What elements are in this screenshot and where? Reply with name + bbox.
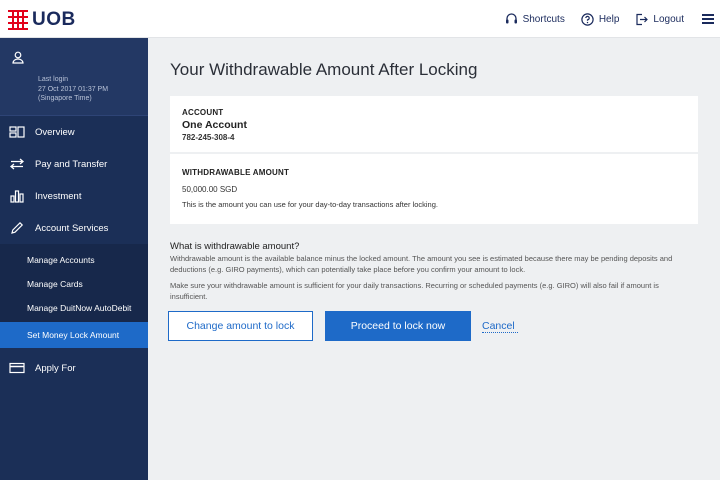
menu-hamburger-icon[interactable] bbox=[702, 14, 714, 24]
account-services-submenu: Manage Accounts Manage Cards Manage Duit… bbox=[0, 244, 148, 348]
profile-panel: Last login 27 Oct 2017 01:37 PM (Singapo… bbox=[0, 38, 148, 116]
last-login-info: Last login 27 Oct 2017 01:37 PM (Singapo… bbox=[38, 75, 108, 104]
overview-icon bbox=[9, 124, 25, 140]
sidebar-subitem-set-money-lock[interactable]: Set Money Lock Amount bbox=[0, 322, 148, 348]
transfer-icon bbox=[9, 156, 25, 172]
last-login-zone: (Singapore Time) bbox=[38, 95, 92, 102]
shortcuts-link[interactable]: Shortcuts bbox=[505, 13, 565, 25]
top-bar: UOB Shortcuts Help Logout bbox=[0, 0, 720, 38]
investment-icon bbox=[9, 188, 25, 204]
sidebar-item-apply-for[interactable]: Apply For bbox=[0, 352, 148, 384]
withdrawable-amount: 50,000.00 SGD bbox=[182, 185, 238, 194]
header-nav: Shortcuts Help Logout bbox=[489, 0, 714, 38]
sidebar-item-label: Apply For bbox=[35, 362, 76, 374]
help-label: Help bbox=[598, 13, 620, 25]
sidebar-item-overview[interactable]: Overview bbox=[0, 116, 148, 148]
withdrawable-label: WITHDRAWABLE AMOUNT bbox=[182, 168, 290, 177]
logout-link[interactable]: Logout bbox=[635, 13, 684, 26]
help-link[interactable]: Help bbox=[581, 12, 620, 26]
cancel-link[interactable]: Cancel bbox=[482, 319, 518, 333]
withdrawable-card: WITHDRAWABLE AMOUNT 50,000.00 SGD This i… bbox=[170, 154, 698, 224]
account-label: ACCOUNT bbox=[182, 108, 224, 117]
headset-icon bbox=[505, 13, 517, 24]
sidebar-subitem-manage-duitnow[interactable]: Manage DuitNow AutoDebit bbox=[0, 296, 148, 320]
last-login-label: Last login bbox=[38, 76, 68, 83]
sidebar-item-label: Investment bbox=[35, 190, 82, 202]
sidebar-item-pay-transfer[interactable]: Pay and Transfer bbox=[0, 148, 148, 180]
card-icon bbox=[9, 360, 25, 376]
logo-text: UOB bbox=[32, 9, 76, 30]
sidebar-item-label: Pay and Transfer bbox=[35, 158, 108, 170]
sidebar-item-label: Account Services bbox=[35, 222, 109, 234]
change-amount-button[interactable]: Change amount to lock bbox=[168, 311, 313, 341]
user-icon[interactable] bbox=[12, 51, 24, 64]
proceed-lock-button[interactable]: Proceed to lock now bbox=[325, 311, 471, 341]
last-login-time: 27 Oct 2017 01:37 PM bbox=[38, 85, 109, 93]
help-icon bbox=[581, 12, 594, 26]
info-question: What is withdrawable amount? bbox=[170, 241, 300, 252]
withdrawable-description: This is the amount you can use for your … bbox=[182, 200, 438, 209]
sidebar-subitem-manage-cards[interactable]: Manage Cards bbox=[0, 272, 148, 296]
sidebar-item-account-services[interactable]: Account Services bbox=[0, 212, 148, 244]
account-number: 782-245-308-4 bbox=[182, 133, 235, 142]
sidebar: Last login 27 Oct 2017 01:37 PM (Singapo… bbox=[0, 38, 148, 480]
account-card: ACCOUNT One Account 782-245-308-4 bbox=[170, 96, 698, 152]
uob-logo[interactable]: UOB bbox=[8, 9, 76, 31]
info-paragraph-1: Withdrawable amount is the available bal… bbox=[170, 254, 673, 274]
page-title: Your Withdrawable Amount After Locking bbox=[170, 60, 478, 79]
pencil-icon bbox=[9, 220, 25, 236]
sidebar-subitem-manage-accounts[interactable]: Manage Accounts bbox=[0, 248, 148, 272]
account-name: One Account bbox=[182, 119, 247, 131]
uob-logo-mark-icon bbox=[8, 10, 28, 30]
logout-label: Logout bbox=[653, 13, 684, 25]
sidebar-item-label: Overview bbox=[35, 126, 75, 138]
logout-icon bbox=[636, 13, 649, 25]
main-content: Your Withdrawable Amount After Locking A… bbox=[148, 38, 720, 480]
sidebar-item-investment[interactable]: Investment bbox=[0, 180, 148, 212]
shortcuts-label: Shortcuts bbox=[522, 13, 565, 25]
info-section: What is withdrawable amount? Withdrawabl… bbox=[170, 241, 698, 302]
info-paragraph-2: Make sure your withdrawable amount is su… bbox=[170, 281, 659, 301]
